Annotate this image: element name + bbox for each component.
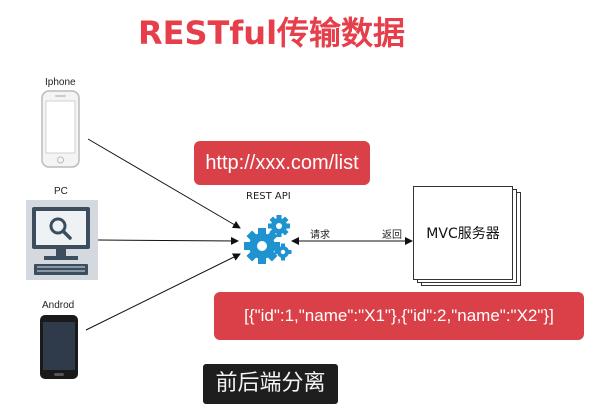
request-url-text: http://xxx.com/list: [205, 151, 359, 174]
arrow-pc-to-api: [97, 236, 239, 245]
caption-text: 前后端分离: [215, 371, 326, 396]
device-label-android: Androd: [42, 300, 75, 311]
device-label-pc: PC: [54, 186, 68, 197]
iphone-icon: [41, 90, 80, 168]
response-json-text: [{"id":1,"name":"X1"},{"id":2,"name":"X2…: [244, 306, 554, 325]
return-label: 返回: [382, 230, 402, 241]
device-label-iphone: Iphone: [45, 77, 76, 88]
server-card: MVC服务器: [413, 186, 513, 280]
gears-icon: [244, 215, 292, 264]
response-json-box: [{"id":1,"name":"X1"},{"id":2,"name":"X2…: [214, 292, 584, 340]
android-phone-icon: [40, 315, 78, 379]
request-label: 请求: [310, 230, 330, 241]
api-label: REST API: [246, 191, 291, 202]
request-url-box: http://xxx.com/list: [194, 141, 370, 185]
server-label: MVC服务器: [426, 226, 500, 242]
caption-box: 前后端分离: [203, 364, 338, 404]
pc-icon: [26, 200, 98, 280]
